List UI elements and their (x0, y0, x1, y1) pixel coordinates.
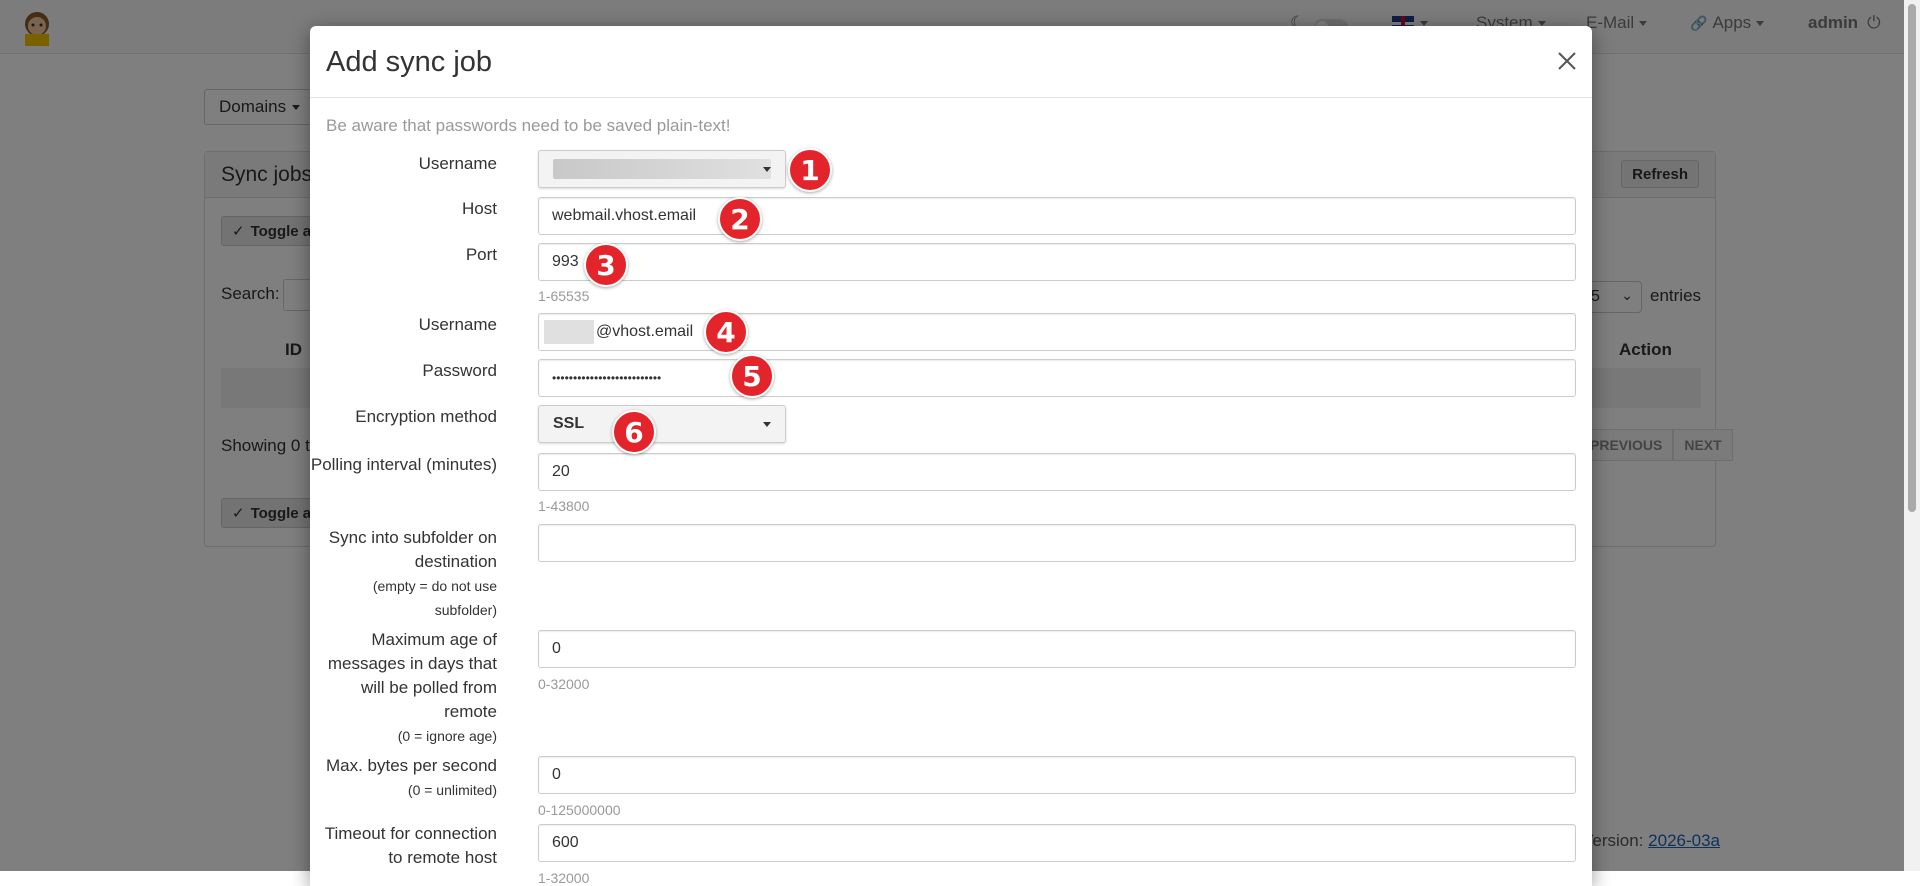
page-scrollbar[interactable] (1904, 0, 1920, 871)
port-input[interactable]: 993 (538, 243, 1576, 281)
encryption-label: Encryption method (355, 407, 497, 426)
subfolder-label-block: Sync into subfolder on destination (empty… (317, 526, 497, 622)
maxage-input[interactable]: 0 (538, 630, 1576, 668)
annotation-badge-2: 2 (718, 197, 762, 241)
maxage-label-block: Maximum age of messages in days that wil… (327, 628, 497, 748)
annotation-badge-3: 3 (584, 243, 628, 287)
password-value: •••••••••••••••••••••••••• (552, 371, 662, 385)
caret-down-icon (763, 167, 771, 172)
host-label: Host (462, 199, 497, 218)
maxage-value: 0 (552, 640, 561, 657)
annotation-badge-1: 1 (788, 148, 832, 192)
subfolder-label: Sync into subfolder on destination (328, 528, 497, 571)
maxbytes-hint: 0-125000000 (538, 802, 621, 818)
annotation-badge-4: 4 (704, 310, 748, 354)
close-icon[interactable] (1556, 50, 1578, 72)
modal-title: Add sync job (326, 46, 493, 78)
password-input[interactable]: •••••••••••••••••••••••••• (538, 359, 1576, 397)
add-sync-job-modal: Add sync job Be aware that passwords nee… (310, 26, 1592, 886)
annotation-badge-5: 5 (730, 354, 774, 398)
timeout-hint: 1-32000 (538, 870, 590, 886)
encryption-select[interactable]: SSL (538, 405, 786, 443)
encryption-value: SSL (553, 415, 585, 432)
modal-header: Add sync job (310, 26, 1592, 98)
polling-value: 20 (552, 463, 570, 480)
username-label: Username (418, 154, 497, 173)
maxbytes-note: (0 = unlimited) (407, 782, 497, 798)
redacted-local-part (544, 320, 594, 344)
maxbytes-value: 0 (552, 766, 561, 783)
caret-down-icon (763, 422, 771, 427)
scrollbar-thumb[interactable] (1908, 4, 1916, 512)
port-hint: 1-65535 (538, 288, 590, 304)
timeout-label: Timeout for connection to remote host (324, 824, 497, 867)
polling-hint: 1-43800 (538, 498, 590, 514)
port-value: 993 (552, 253, 579, 270)
password-label: Password (422, 361, 497, 380)
redacted-username (553, 159, 771, 179)
remote-username-label: Username (418, 315, 497, 334)
remote-username-value: @vhost.email (596, 323, 694, 340)
subfolder-input[interactable] (538, 524, 1576, 562)
host-input[interactable]: webmail.vhost.email (538, 197, 1576, 235)
maxage-label: Maximum age of messages in days that wil… (327, 630, 497, 721)
username-select[interactable] (538, 150, 786, 188)
maxbytes-input[interactable]: 0 (538, 756, 1576, 794)
remote-username-input[interactable]: @vhost.email (538, 313, 1576, 351)
timeout-value: 600 (552, 834, 579, 851)
port-label: Port (465, 245, 497, 264)
maxbytes-label-block: Max. bytes per second (0 = unlimited) (297, 754, 497, 802)
host-value: webmail.vhost.email (552, 207, 697, 224)
polling-input[interactable]: 20 (538, 453, 1576, 491)
timeout-input[interactable]: 600 (538, 824, 1576, 862)
maxage-note: (0 = ignore age) (397, 728, 497, 744)
maxbytes-label: Max. bytes per second (325, 756, 497, 775)
maxage-hint: 0-32000 (538, 676, 590, 692)
annotation-badge-6: 6 (612, 410, 656, 454)
polling-label: Polling interval (minutes) (310, 455, 497, 474)
subfolder-note: (empty = do not use subfolder) (372, 578, 497, 618)
plaintext-warning: Be aware that passwords need to be saved… (326, 116, 731, 135)
